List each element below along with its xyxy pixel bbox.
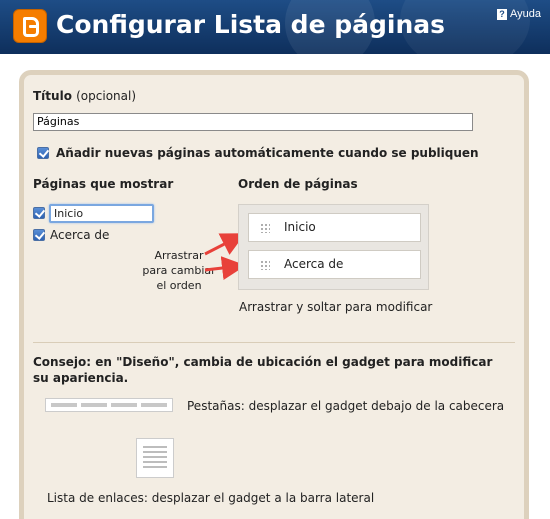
tabs-tip-text: Pestañas: desplazar el gadget debajo de … (187, 399, 505, 413)
order-instructions: Arrastrar y soltar para modificar (239, 300, 433, 314)
help-label: Ayuda (510, 8, 541, 20)
title-field-label: Título (opcional) (33, 89, 137, 103)
order-item-acerca[interactable]: Acerca de (248, 250, 421, 279)
auto-add-checkbox[interactable] (37, 147, 49, 159)
question-icon: ? (497, 8, 507, 20)
order-item-label: Acerca de (284, 257, 344, 271)
settings-panel (19, 70, 529, 519)
help-link[interactable]: ? Ayuda (497, 8, 541, 20)
list-layout-icon (136, 438, 174, 478)
blogger-logo-icon (13, 9, 47, 43)
title-input[interactable]: Páginas (33, 113, 473, 131)
tip-heading: Consejo: en "Diseño", cambia de ubicació… (33, 355, 493, 385)
page-checkbox-inicio[interactable] (33, 207, 45, 219)
page-order-list: Inicio Acerca de (238, 204, 429, 290)
page-checkbox-acerca[interactable] (33, 229, 45, 241)
order-item-label: Inicio (284, 220, 316, 234)
drag-handle-icon[interactable] (260, 260, 270, 270)
list-tip-text: Lista de enlaces: desplazar el gadget a … (47, 491, 375, 505)
page-order-heading: Orden de páginas (238, 177, 358, 191)
pages-to-show-heading: Páginas que mostrar (33, 177, 174, 191)
page-label-acerca: Acerca de (50, 228, 110, 242)
auto-add-label: Añadir nuevas páginas automáticamente cu… (56, 146, 479, 160)
page-name-input[interactable]: Inicio (49, 204, 154, 223)
dialog-header: Configurar Lista de páginas ? Ayuda (0, 0, 550, 54)
arrow-right-icon (204, 256, 246, 280)
drag-handle-icon[interactable] (260, 223, 270, 233)
arrow-up-icon (204, 233, 246, 256)
order-item-inicio[interactable]: Inicio (248, 213, 421, 242)
tabs-layout-icon (45, 398, 173, 412)
section-divider (33, 342, 515, 343)
dialog-title: Configurar Lista de páginas (56, 10, 446, 39)
